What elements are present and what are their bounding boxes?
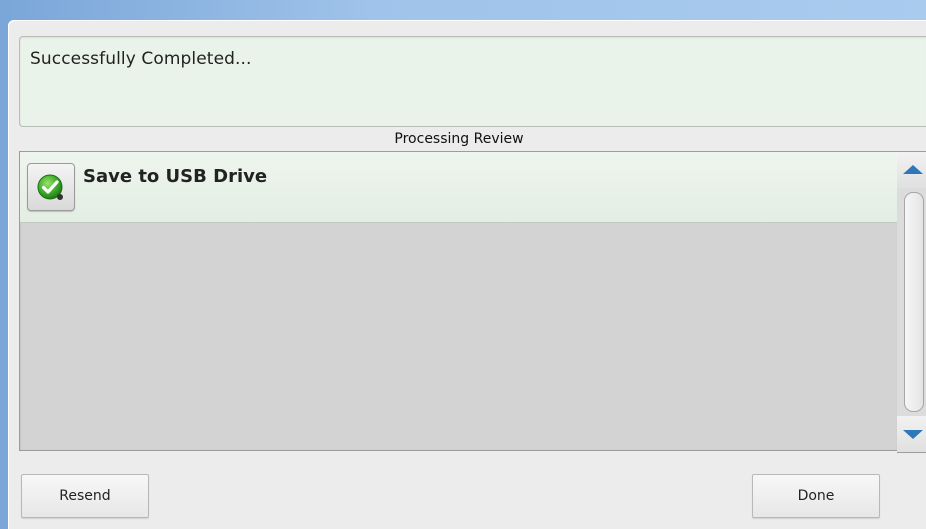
list-item[interactable]: Save to USB Drive [20,152,898,223]
section-title: Processing Review [394,131,524,147]
status-message: Successfully Completed... [30,49,252,69]
done-button[interactable]: Done [752,474,880,518]
list-item-label: Save to USB Drive [83,166,268,187]
processing-review-list: Save to USB Drive [19,151,899,451]
status-message-box: Successfully Completed... [19,36,926,127]
vertical-scrollbar[interactable] [897,151,926,453]
checkmark-success-icon [27,163,75,211]
arrow-up-icon [903,165,923,174]
scroll-down-button[interactable] [897,416,926,452]
arrow-down-icon [903,430,923,439]
scroll-up-button[interactable] [897,152,926,188]
resend-button[interactable]: Resend [21,474,149,518]
scroll-track[interactable] [904,192,924,412]
processing-dialog: Successfully Completed... Processing Rev… [8,20,926,529]
